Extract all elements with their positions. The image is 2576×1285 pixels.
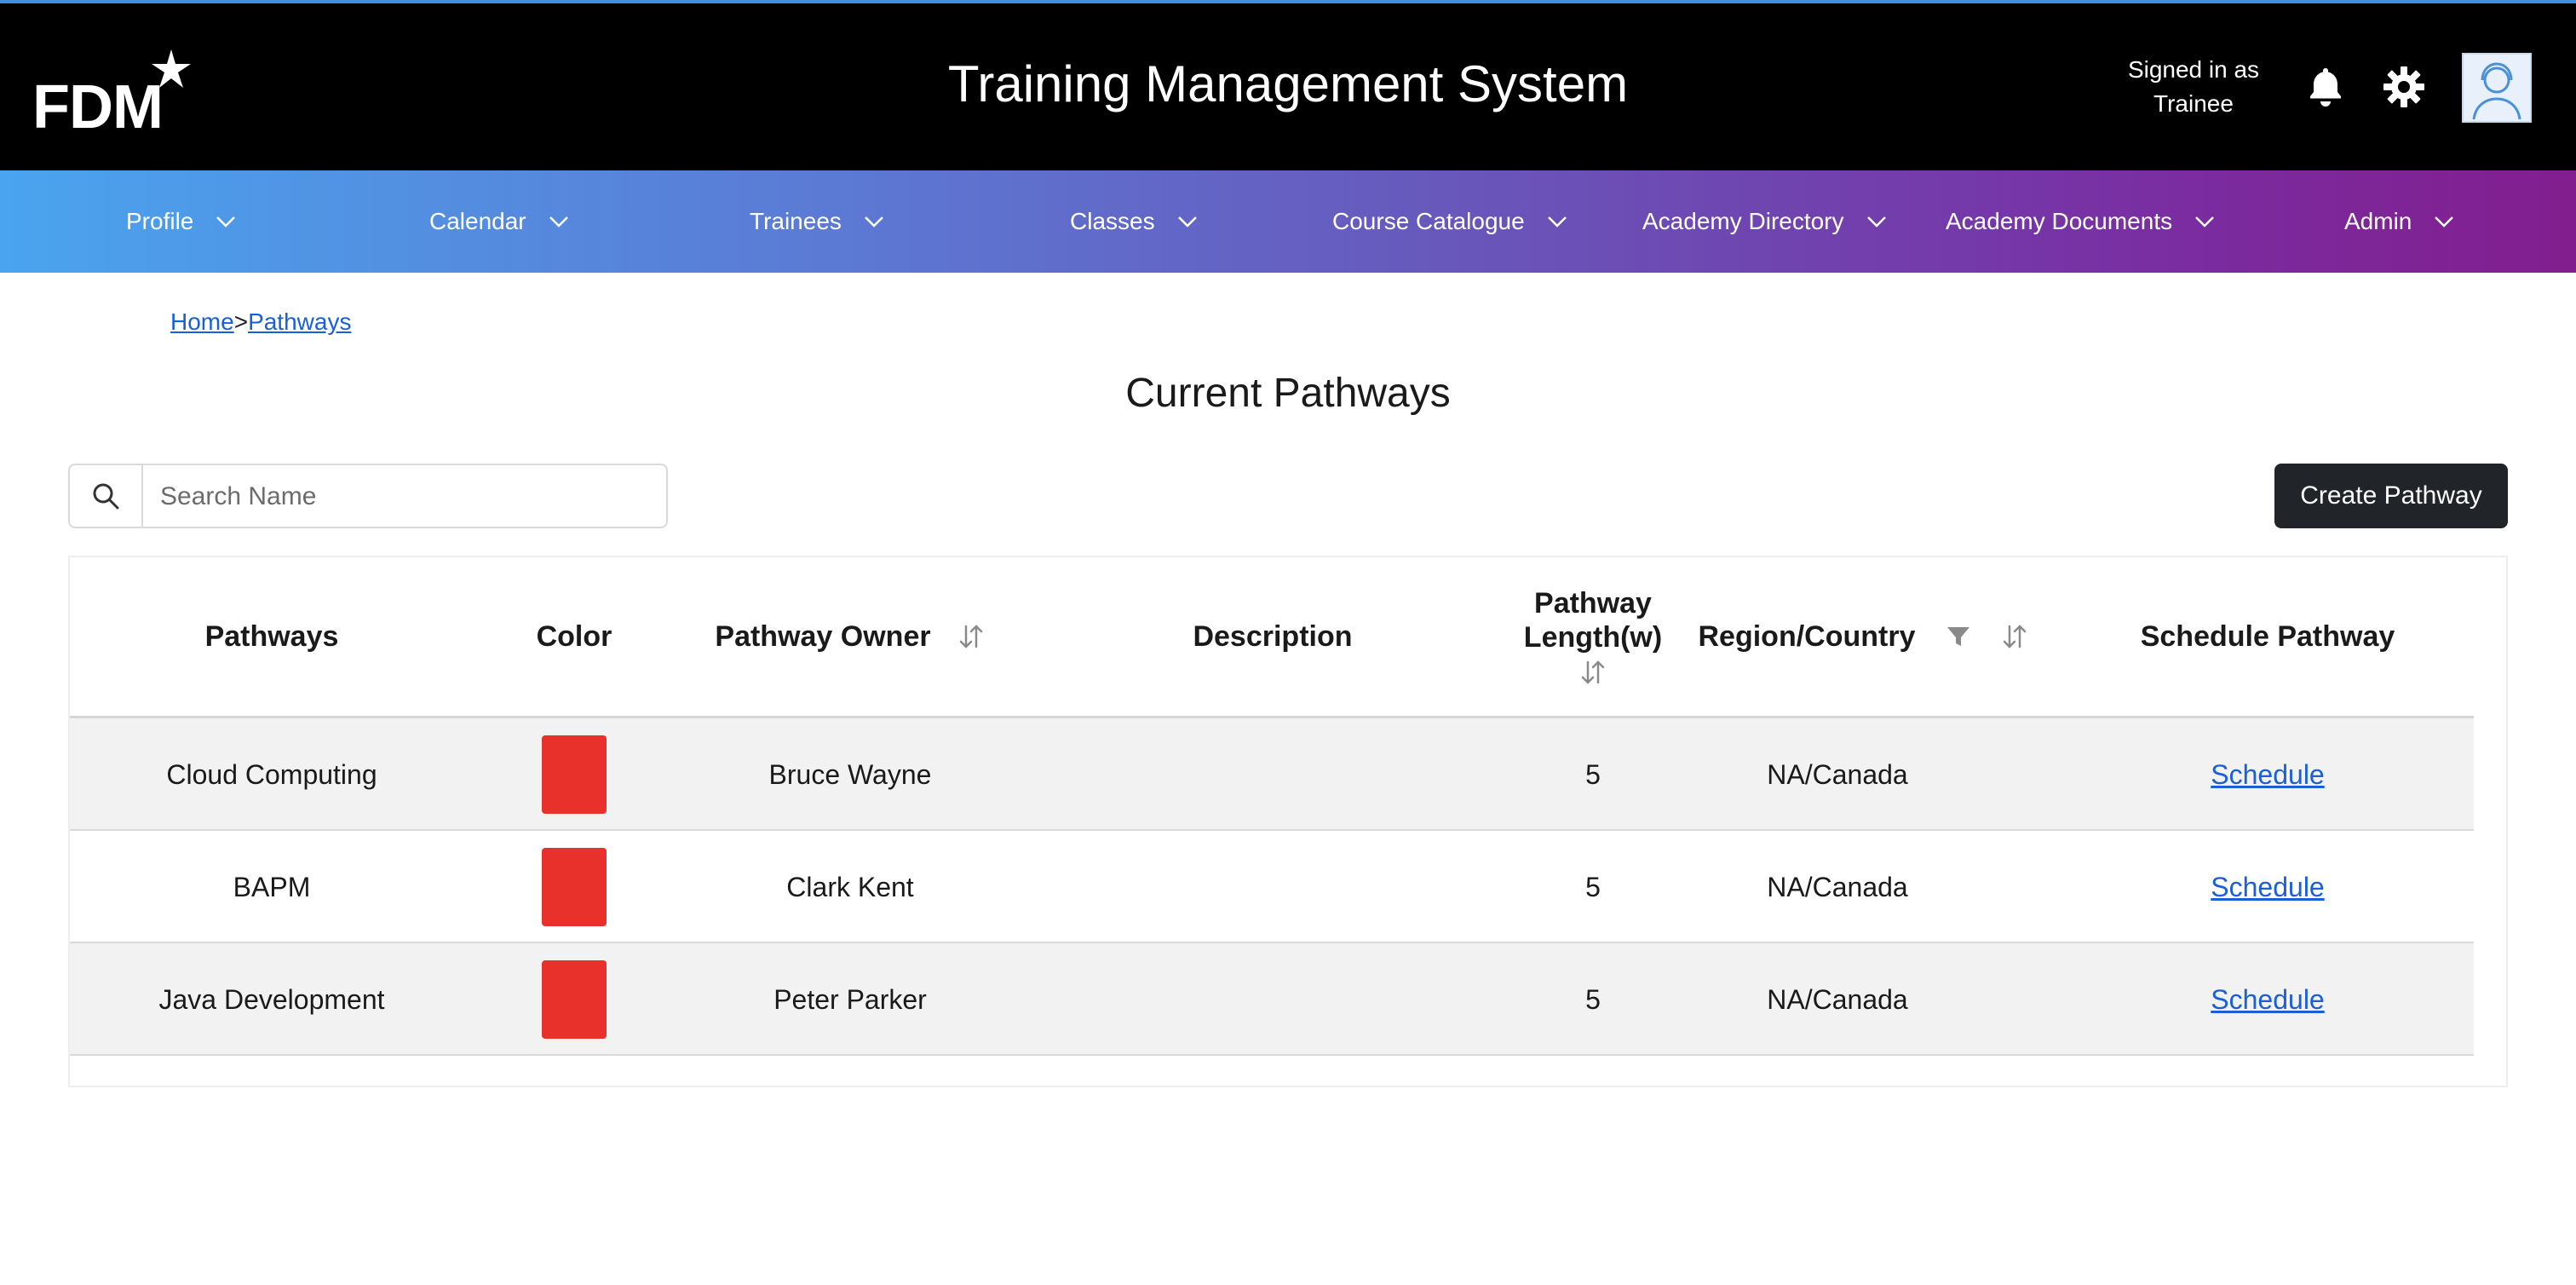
header-description-label: Description [1193, 619, 1353, 653]
chevron-down-icon [865, 216, 883, 228]
color-swatch [542, 848, 607, 926]
header-region-label: Region/Country [1698, 619, 1916, 653]
cell-description [1026, 831, 1520, 943]
search-icon [93, 483, 119, 510]
nav-label: Calendar [429, 208, 526, 234]
avatar-icon [2472, 62, 2521, 120]
filter-icon[interactable] [1946, 624, 1971, 649]
cell-owner: Peter Parker [773, 983, 927, 1015]
chevron-down-icon [1866, 216, 1886, 228]
nav-admin[interactable]: Admin [2344, 170, 2454, 273]
chevron-down-icon [2195, 216, 2214, 228]
table-row: Java Development Peter Parker 5 NA/Canad… [70, 943, 2474, 1056]
table-header: Pathways Color Pathway Owner Description… [70, 557, 2474, 718]
search-box [68, 464, 668, 528]
header-length[interactable]: Pathway Length(w) [1520, 557, 1666, 716]
header-length-label-1: Pathway [1534, 587, 1652, 619]
sort-icon[interactable] [1578, 658, 1607, 687]
cell-color [474, 831, 675, 943]
nav-profile[interactable]: Profile [126, 170, 236, 273]
breadcrumb: Home>Pathways [170, 308, 351, 336]
nav-course-catalogue[interactable]: Course Catalogue [1332, 170, 1567, 273]
app-header: FDM Training Management System Signed in… [0, 3, 2576, 170]
table-row: Cloud Computing Bruce Wayne 5 NA/Canada … [70, 718, 2474, 831]
schedule-link[interactable]: Schedule [2211, 984, 2324, 1016]
pathways-table: Pathways Color Pathway Owner Description… [68, 556, 2508, 1087]
cell-pathway-name: Java Development [158, 983, 385, 1015]
chevron-down-icon [549, 216, 568, 228]
cell-owner: Bruce Wayne [768, 758, 932, 790]
nav-classes[interactable]: Classes [1070, 170, 1198, 273]
header-description: Description [1026, 557, 1520, 716]
header-pathways[interactable]: Pathways [70, 557, 474, 716]
color-swatch [542, 960, 607, 1039]
schedule-link[interactable]: Schedule [2211, 872, 2324, 903]
cell-schedule: Schedule [2061, 831, 2474, 943]
breadcrumb-separator: > [233, 308, 249, 335]
cell-region: NA/Canada [1767, 871, 1908, 902]
cell-owner: Clark Kent [786, 871, 914, 902]
header-schedule-label: Schedule Pathway [2140, 619, 2395, 653]
cell-pathway-name: Cloud Computing [166, 758, 377, 790]
chevron-down-icon [1547, 216, 1567, 228]
nav-label: Academy Directory [1642, 208, 1844, 234]
user-avatar[interactable] [2462, 53, 2532, 123]
nav-calendar[interactable]: Calendar [429, 170, 569, 273]
main-nav: Profile Calendar Trainees Classes Course… [0, 170, 2576, 273]
header-owner-label: Pathway Owner [715, 619, 931, 653]
cell-region: NA/Canada [1767, 983, 1908, 1015]
breadcrumb-current-link[interactable]: Pathways [248, 308, 351, 335]
cell-description [1026, 943, 1520, 1056]
cell-region: NA/Canada [1767, 758, 1908, 790]
table-row: BAPM Clark Kent 5 NA/Canada Schedule [70, 831, 2474, 943]
sort-icon[interactable] [957, 622, 986, 651]
header-color-label: Color [536, 619, 612, 653]
cell-schedule: Schedule [2061, 718, 2474, 831]
cell-color [474, 718, 675, 831]
nav-label: Admin [2344, 208, 2412, 234]
nav-academy-documents[interactable]: Academy Documents [1946, 170, 2215, 273]
search-input[interactable] [158, 474, 656, 520]
create-pathway-button[interactable]: Create Pathway [2274, 464, 2508, 528]
signed-in-status: Signed in as Trainee [2104, 53, 2283, 121]
cell-description [1026, 718, 1520, 831]
chevron-down-icon [1177, 216, 1197, 228]
cell-length: 5 [1585, 758, 1601, 790]
chevron-down-icon [216, 216, 236, 228]
cell-length: 5 [1585, 871, 1601, 902]
header-length-label-2: Length(w) [1523, 621, 1663, 654]
nav-academy-directory[interactable]: Academy Directory [1642, 170, 1887, 273]
nav-trainees[interactable]: Trainees [750, 170, 884, 273]
nav-label: Academy Documents [1946, 208, 2173, 234]
signed-in-role: Trainee [2153, 90, 2234, 117]
cell-schedule: Schedule [2061, 943, 2474, 1056]
cell-pathway-name: BAPM [233, 871, 311, 902]
nav-label: Course Catalogue [1332, 208, 1525, 234]
chevron-down-icon [2435, 216, 2454, 228]
cell-color [474, 943, 675, 1056]
breadcrumb-home-link[interactable]: Home [170, 308, 234, 335]
header-owner[interactable]: Pathway Owner [675, 557, 1026, 716]
header-schedule: Schedule Pathway [2061, 557, 2474, 716]
sort-icon[interactable] [2000, 622, 2029, 651]
nav-label: Trainees [750, 208, 842, 234]
cell-length: 5 [1585, 983, 1601, 1015]
signed-in-label: Signed in as [2127, 56, 2260, 83]
header-pathways-label: Pathways [204, 619, 339, 653]
nav-label: Classes [1070, 208, 1155, 234]
color-swatch [542, 735, 607, 814]
page-title: Current Pathways [1125, 371, 1451, 417]
nav-label: Profile [126, 208, 194, 234]
header-color: Color [474, 557, 675, 716]
header-region[interactable]: Region/Country [1666, 557, 2061, 716]
search-button[interactable] [70, 465, 143, 527]
gear-icon[interactable] [2382, 65, 2426, 109]
bell-icon[interactable] [2305, 65, 2346, 109]
schedule-link[interactable]: Schedule [2211, 759, 2324, 791]
